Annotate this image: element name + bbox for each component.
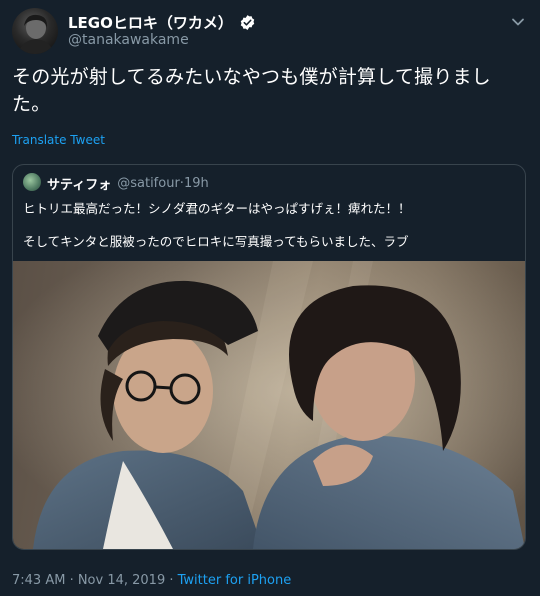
quoted-text-line-2: そしてキンタと服被ったのでヒロキに写真撮ってもらいました、ラブ <box>23 234 409 249</box>
author-handle[interactable]: @tanakawakame <box>68 32 189 48</box>
quoted-display-name: サティフォ <box>47 178 112 193</box>
quoted-photo[interactable] <box>13 261 525 549</box>
quoted-header: サティフォ @satifour · 19h <box>47 174 209 193</box>
chevron-down-icon[interactable] <box>510 14 526 30</box>
quoted-handle: @satifour <box>117 176 180 191</box>
tweet-card: LEGOヒロキ（ワカメ） @tanakawakame その光が射してるみたいなや… <box>0 0 540 596</box>
author-avatar[interactable] <box>12 8 58 54</box>
tweet-text-line-2: た。 <box>12 93 51 115</box>
verified-badge-icon <box>239 14 256 31</box>
quoted-text-line-1: ヒトリエ最高だった！シノダ君のギターはやっぱすげぇ！痺れた！！ <box>23 201 411 216</box>
tweet-text-line-1: その光が射してるみたいなやつも僕が計算して撮りまし <box>12 66 491 88</box>
quoted-tweet[interactable]: サティフォ @satifour · 19h ヒトリエ最高だった！シノダ君のギター… <box>12 164 526 550</box>
footer-separator: · <box>165 573 178 588</box>
tweet-text: その光が射してるみたいなやつも僕が計算して撮りまし た。 <box>12 64 526 118</box>
quoted-author-avatar <box>23 173 41 191</box>
author-name-row[interactable]: LEGOヒロキ（ワカメ） <box>68 12 256 33</box>
author-display-name[interactable]: LEGOヒロキ（ワカメ） <box>68 12 233 33</box>
translate-tweet-link[interactable]: Translate Tweet <box>12 133 105 147</box>
quoted-time: 19h <box>183 176 209 191</box>
tweet-timestamp[interactable]: 7:43 AM · Nov 14, 2019 <box>12 573 165 588</box>
tweet-footer: 7:43 AM · Nov 14, 2019 · Twitter for iPh… <box>12 573 291 588</box>
tweet-source-link[interactable]: Twitter for iPhone <box>178 573 292 588</box>
